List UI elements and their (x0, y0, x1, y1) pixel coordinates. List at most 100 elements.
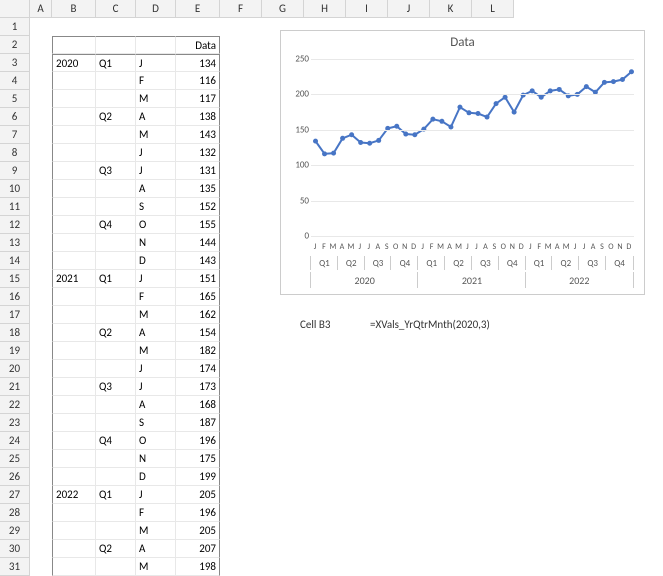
cell-E30[interactable]: 207 (176, 540, 220, 558)
column-header-H[interactable]: H (304, 0, 346, 18)
cell-C26[interactable] (96, 468, 136, 486)
cell-B17[interactable] (52, 306, 96, 324)
row-header-20[interactable]: 20 (0, 360, 30, 378)
column-header-J[interactable]: J (388, 0, 430, 18)
cell-E6[interactable]: 138 (176, 108, 220, 126)
cell-C31[interactable] (96, 558, 136, 576)
cell-D18[interactable]: A (136, 324, 176, 342)
cell-D22[interactable]: A (136, 396, 176, 414)
cell-D29[interactable]: M (136, 522, 176, 540)
row-header-11[interactable]: 11 (0, 198, 30, 216)
cell-C17[interactable] (96, 306, 136, 324)
cell-E23[interactable]: 187 (176, 414, 220, 432)
cell-B28[interactable] (52, 504, 96, 522)
cell-B27[interactable]: 2022 (52, 486, 96, 504)
row-header-16[interactable]: 16 (0, 288, 30, 306)
cell-D11[interactable]: S (136, 198, 176, 216)
cell-B18[interactable] (52, 324, 96, 342)
cell-B19[interactable] (52, 342, 96, 360)
row-header-22[interactable]: 22 (0, 396, 30, 414)
cell-D21[interactable]: J (136, 378, 176, 396)
cell-D27[interactable]: J (136, 486, 176, 504)
cell-D26[interactable]: D (136, 468, 176, 486)
cell-E14[interactable]: 143 (176, 252, 220, 270)
cell-E3[interactable]: 134 (176, 54, 220, 72)
cell-C14[interactable] (96, 252, 136, 270)
cell-B11[interactable] (52, 198, 96, 216)
cell-E5[interactable]: 117 (176, 90, 220, 108)
cell-D6[interactable]: A (136, 108, 176, 126)
cell-E13[interactable]: 144 (176, 234, 220, 252)
row-header-24[interactable]: 24 (0, 432, 30, 450)
cell-C11[interactable] (96, 198, 136, 216)
cell-C13[interactable] (96, 234, 136, 252)
cell-D3[interactable]: J (136, 54, 176, 72)
select-all-corner[interactable] (0, 0, 30, 18)
cell-B20[interactable] (52, 360, 96, 378)
row-header-14[interactable]: 14 (0, 252, 30, 270)
row-header-10[interactable]: 10 (0, 180, 30, 198)
cell-B24[interactable] (52, 432, 96, 450)
cell-D20[interactable]: J (136, 360, 176, 378)
row-header-13[interactable]: 13 (0, 234, 30, 252)
cell-E4[interactable]: 116 (176, 72, 220, 90)
cell-D10[interactable]: A (136, 180, 176, 198)
cell-C18[interactable]: Q2 (96, 324, 136, 342)
cell-B6[interactable] (52, 108, 96, 126)
cell-C27[interactable]: Q1 (96, 486, 136, 504)
cell-D15[interactable]: J (136, 270, 176, 288)
row-header-27[interactable]: 27 (0, 486, 30, 504)
cell-B8[interactable] (52, 144, 96, 162)
cell-C30[interactable]: Q2 (96, 540, 136, 558)
row-header-7[interactable]: 7 (0, 126, 30, 144)
cell-D19[interactable]: M (136, 342, 176, 360)
row-header-25[interactable]: 25 (0, 450, 30, 468)
cell-B16[interactable] (52, 288, 96, 306)
cell-C5[interactable] (96, 90, 136, 108)
row-header-26[interactable]: 26 (0, 468, 30, 486)
cell-B7[interactable] (52, 126, 96, 144)
cell-B23[interactable] (52, 414, 96, 432)
cell-C25[interactable] (96, 450, 136, 468)
row-header-8[interactable]: 8 (0, 144, 30, 162)
cell-D12[interactable]: O (136, 216, 176, 234)
cell-B10[interactable] (52, 180, 96, 198)
cell-B14[interactable] (52, 252, 96, 270)
cell-E29[interactable]: 205 (176, 522, 220, 540)
cell-C20[interactable] (96, 360, 136, 378)
row-header-31[interactable]: 31 (0, 558, 30, 576)
cell-E20[interactable]: 174 (176, 360, 220, 378)
cell-D5[interactable]: M (136, 90, 176, 108)
cell-D28[interactable]: F (136, 504, 176, 522)
cell-C7[interactable] (96, 126, 136, 144)
column-header-E[interactable]: E (176, 0, 220, 18)
cell-B21[interactable] (52, 378, 96, 396)
cell-C8[interactable] (96, 144, 136, 162)
cell-D14[interactable]: D (136, 252, 176, 270)
cell-E25[interactable]: 175 (176, 450, 220, 468)
cell-B25[interactable] (52, 450, 96, 468)
cell-E10[interactable]: 135 (176, 180, 220, 198)
cell-E26[interactable]: 199 (176, 468, 220, 486)
cell-C16[interactable] (96, 288, 136, 306)
column-header-L[interactable]: L (472, 0, 514, 18)
cell-B9[interactable] (52, 162, 96, 180)
row-header-1[interactable]: 1 (0, 18, 30, 36)
cell-E21[interactable]: 173 (176, 378, 220, 396)
row-header-28[interactable]: 28 (0, 504, 30, 522)
column-header-B[interactable]: B (52, 0, 96, 18)
cell-C24[interactable]: Q4 (96, 432, 136, 450)
column-header-C[interactable]: C (96, 0, 136, 18)
cell-E12[interactable]: 155 (176, 216, 220, 234)
cell-E24[interactable]: 196 (176, 432, 220, 450)
cell-B31[interactable] (52, 558, 96, 576)
row-header-21[interactable]: 21 (0, 378, 30, 396)
row-header-15[interactable]: 15 (0, 270, 30, 288)
cell-D24[interactable]: O (136, 432, 176, 450)
cell-C28[interactable] (96, 504, 136, 522)
cell-D23[interactable]: S (136, 414, 176, 432)
cell-D7[interactable]: M (136, 126, 176, 144)
row-header-17[interactable]: 17 (0, 306, 30, 324)
cell-B15[interactable]: 2021 (52, 270, 96, 288)
cell-B22[interactable] (52, 396, 96, 414)
